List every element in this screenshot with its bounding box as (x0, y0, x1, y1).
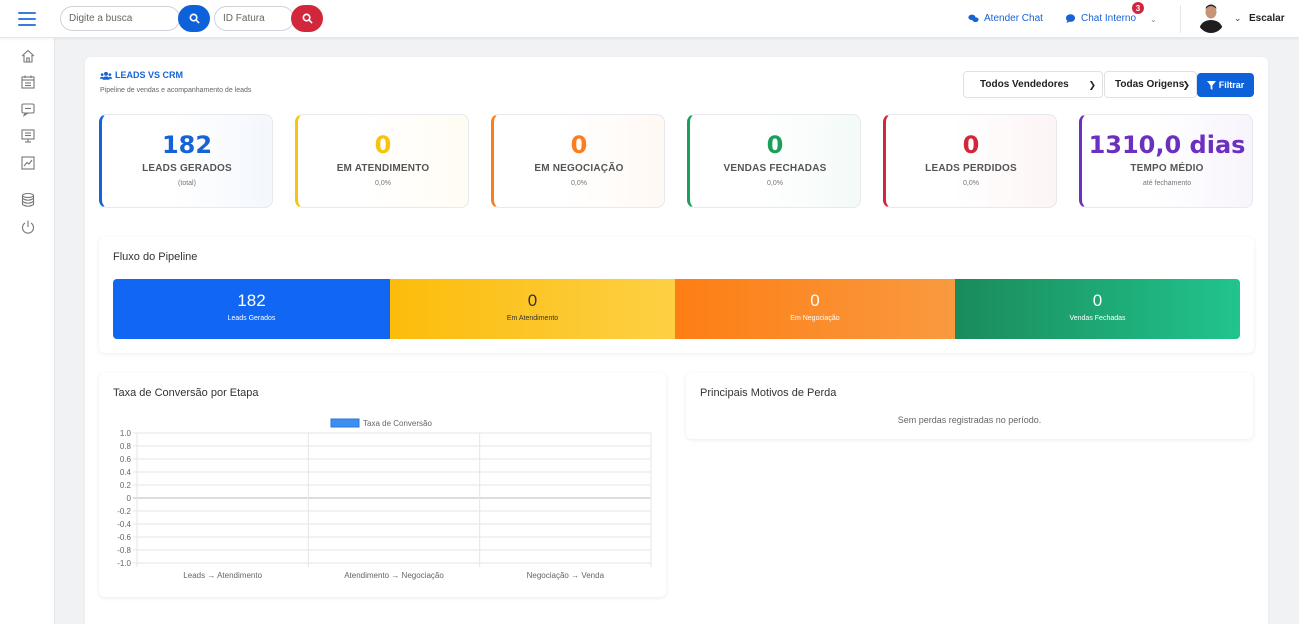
legend-swatch (330, 418, 360, 428)
kpi-sub: até fechamento (1142, 180, 1192, 187)
y-tick-label: 0.2 (120, 481, 132, 490)
chevron-down-icon[interactable]: ⌄ (1234, 13, 1242, 24)
notification-badge: 3 (1132, 2, 1144, 14)
kpi-card-leads-perdidos: 0 LEADS PERDIDOS 0,0% (883, 114, 1057, 208)
chevron-down-icon: ❯ (1088, 80, 1096, 90)
search-button[interactable] (178, 5, 210, 32)
kpi-value: 0 (766, 131, 784, 159)
user-name[interactable]: Escalar (1249, 13, 1285, 24)
top-bar: Atender Chat Chat Interno 3 ⌄ ⌄ Escalar (0, 0, 1299, 38)
kpi-card-vendas-fechadas: 0 VENDAS FECHADAS 0,0% (687, 114, 861, 208)
home-icon[interactable] (20, 48, 36, 64)
legend-label: Taxa de Conversão (363, 419, 432, 428)
page-subtitle: Pipeline de vendas e acompanhamento de l… (100, 87, 252, 94)
kpi-value: 1310,0 dias (1088, 131, 1246, 159)
kpi-sub: 0,0% (767, 180, 783, 187)
pipeline-card: Fluxo do Pipeline 182 Leads Gerados 0 Em… (99, 237, 1254, 353)
kpi-card-tempo-medio: 1310,0 dias TEMPO MÉDIO até fechamento (1079, 114, 1253, 208)
kpi-label: LEADS PERDIDOS (925, 163, 1017, 174)
x-tick-label: Leads → Atendimento (183, 571, 262, 580)
kpi-card-em-negociacao: 0 EM NEGOCIAÇÃO 0,0% (491, 114, 665, 208)
filter-button[interactable]: Filtrar (1197, 73, 1254, 97)
kpi-label: EM ATENDIMENTO (336, 163, 430, 174)
y-tick-label: -0.8 (117, 546, 131, 555)
pipeline-segment-leads: 182 Leads Gerados (113, 279, 390, 339)
y-tick-label: -0.6 (117, 533, 131, 542)
kpi-value: 0 (374, 131, 392, 159)
y-tick-label: -1.0 (117, 559, 131, 568)
dashboard-card: LEADS VS CRM Pipeline de vendas e acompa… (85, 57, 1268, 624)
chat-icon (968, 14, 979, 23)
conversion-chart: 1.0 0.8 0.6 0.4 0.2 0 -0.2 -0.4 -0.6 -0.8 -1.0 Lead… (117, 418, 652, 580)
page-title: LEADS VS CRM (100, 70, 183, 80)
kpi-sub: 0,0% (963, 180, 979, 187)
power-icon[interactable] (20, 219, 36, 235)
y-tick-label: 0.8 (120, 442, 132, 451)
chat-interno-label: Chat Interno (1081, 13, 1137, 24)
invoice-id-input[interactable] (214, 6, 294, 31)
monitor-icon[interactable] (20, 128, 36, 144)
origens-select[interactable]: Todas Origens ❯ (1104, 71, 1197, 98)
comment-icon (1065, 14, 1076, 24)
kpi-card-em-atendimento: 0 EM ATENDIMENTO 0,0% (295, 114, 469, 208)
users-icon (100, 71, 112, 80)
y-tick-label: 0.6 (120, 455, 132, 464)
chevron-down-icon[interactable]: ⌄ (1150, 15, 1157, 24)
atender-chat-label: Atender Chat (984, 13, 1043, 24)
y-tick-label: -0.2 (117, 507, 131, 516)
kpi-card-leads-gerados: 182 LEADS GERADOS (total) (99, 114, 273, 208)
loss-reasons-title: Principais Motivos de Perda (700, 387, 837, 399)
pipeline-segment-negociacao: 0 Em Negociação (675, 279, 955, 339)
kpi-value: 0 (570, 131, 588, 159)
x-tick-label: Atendimento → Negociação (344, 571, 444, 580)
kpi-value: 182 (161, 131, 213, 159)
search-input[interactable] (60, 6, 180, 31)
loss-empty-message: Sem perdas registradas no período. (897, 415, 1042, 425)
y-tick-label: 0 (127, 494, 132, 503)
kpi-label: TEMPO MÉDIO (1130, 163, 1204, 174)
kpi-value: 0 (962, 131, 980, 159)
pipeline-segment-vendas: 0 Vendas Fechadas (955, 279, 1240, 339)
filter-icon (1206, 80, 1216, 90)
loss-reasons-card: Principais Motivos de Perda Sem perdas r… (686, 373, 1253, 439)
kpi-sub: 0,0% (375, 180, 391, 187)
y-tick-label: -0.4 (117, 520, 131, 529)
pipeline-segment-atendimento: 0 Em Atendimento (390, 279, 675, 339)
vendedores-select[interactable]: Todos Vendedores ❯ (963, 71, 1103, 98)
chat-interno-link[interactable]: Chat Interno (1065, 13, 1136, 24)
invoice-search-button[interactable] (291, 5, 323, 32)
divider (1180, 5, 1181, 33)
sidebar (0, 38, 55, 624)
conversion-card: Taxa de Conversão por Etapa 1.0 0.8 0.6 0.4… (99, 373, 666, 597)
chevron-down-icon: ❯ (1182, 80, 1190, 90)
kpi-label: VENDAS FECHADAS (723, 163, 827, 174)
x-tick-label: Negociação → Venda (527, 571, 605, 580)
menu-icon[interactable] (18, 12, 36, 26)
kpi-label: EM NEGOCIAÇÃO (534, 163, 624, 174)
chart-line-icon[interactable] (20, 155, 36, 171)
kpi-sub: 0,0% (571, 180, 587, 187)
search-icon (189, 13, 200, 24)
search-icon (302, 13, 313, 24)
pipeline-title: Fluxo do Pipeline (113, 251, 198, 263)
calendar-icon[interactable] (20, 74, 36, 90)
avatar[interactable] (1197, 3, 1225, 33)
message-icon[interactable] (20, 101, 36, 117)
database-icon[interactable] (20, 192, 36, 208)
y-tick-label: 1.0 (120, 429, 132, 438)
kpi-sub: (total) (178, 180, 196, 187)
y-tick-label: 0.4 (120, 468, 132, 477)
kpi-label: LEADS GERADOS (142, 163, 232, 174)
atender-chat-link[interactable]: Atender Chat (968, 13, 1043, 24)
